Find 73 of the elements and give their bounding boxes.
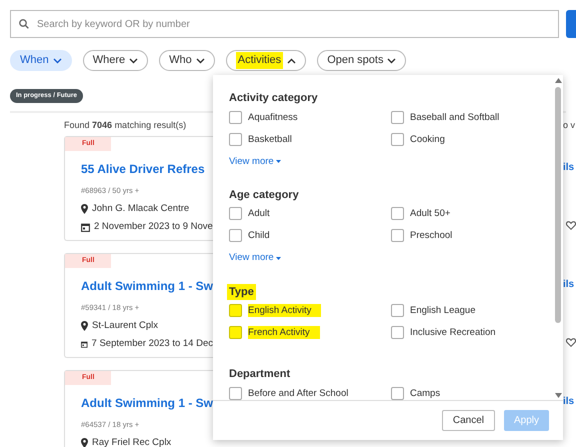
caret-up-icon xyxy=(287,58,296,64)
section-heading: Activity category xyxy=(229,91,318,106)
section-heading: Department xyxy=(229,367,290,382)
heart-icon[interactable] xyxy=(566,338,576,347)
scroll-up-icon[interactable] xyxy=(554,78,562,83)
location-text: John G. Mlacak Centre xyxy=(92,202,190,216)
date-range: 2 November 2023 to 9 Nove xyxy=(94,220,213,234)
activity-title[interactable]: Adult Swimming 1 - Sw xyxy=(81,278,213,294)
checkbox[interactable] xyxy=(229,110,242,124)
details-link[interactable]: ils xyxy=(563,394,576,409)
checkbox-option[interactable]: Basketball xyxy=(229,132,391,154)
location-pin-icon xyxy=(81,204,88,214)
location-pin-icon xyxy=(81,438,88,447)
checkbox-option[interactable]: Cooking xyxy=(391,132,553,154)
checkbox[interactable] xyxy=(391,110,404,124)
cancel-button[interactable]: Cancel xyxy=(442,410,495,431)
checkbox-option[interactable]: Baseball and Softball xyxy=(391,110,553,132)
calendar-icon xyxy=(81,222,90,232)
filter-chip[interactable]: Where xyxy=(82,50,148,71)
caret-down-icon xyxy=(387,58,396,64)
filter-chip[interactable]: When xyxy=(10,50,72,71)
checkbox-option[interactable]: Child xyxy=(229,229,391,252)
checkbox-option[interactable]: Camps xyxy=(391,386,553,400)
location-text: St-Laurent Cplx xyxy=(92,319,158,333)
filter-chip[interactable]: Open spots xyxy=(317,50,406,71)
checkbox-option[interactable]: Adult xyxy=(229,207,391,230)
checkbox[interactable] xyxy=(229,132,242,146)
date-range: 7 September 2023 to 14 Dec xyxy=(92,337,213,352)
section-heading: Type xyxy=(227,284,256,300)
search-icon xyxy=(19,19,29,29)
details-link[interactable]: ils xyxy=(563,277,576,292)
checkbox-option[interactable]: English Activity xyxy=(229,304,391,326)
checkbox[interactable] xyxy=(229,304,242,317)
scroll-down-icon[interactable] xyxy=(554,393,562,398)
checkbox[interactable] xyxy=(229,326,242,339)
calendar-icon xyxy=(81,340,88,349)
checkbox[interactable] xyxy=(391,132,404,146)
checkbox[interactable] xyxy=(229,386,242,400)
view-more-link[interactable]: View more xyxy=(229,154,281,169)
checkbox[interactable] xyxy=(391,304,404,317)
results-count: Found 7046 matching result(s) xyxy=(64,119,188,132)
caret-down-icon xyxy=(276,256,281,260)
search-button[interactable] xyxy=(566,10,576,38)
scroll-thumb[interactable] xyxy=(555,87,561,323)
checkbox-option[interactable]: Aquafitness xyxy=(229,110,391,132)
caret-down-icon xyxy=(276,160,281,164)
checkbox[interactable] xyxy=(229,229,242,242)
checkbox-option[interactable]: Inclusive Recreation xyxy=(391,326,553,348)
caret-down-icon xyxy=(129,58,138,64)
view-toggle-text[interactable]: o v xyxy=(563,119,576,132)
checkbox-option[interactable]: English League xyxy=(391,304,553,326)
checkbox[interactable] xyxy=(229,207,242,220)
checkbox-option[interactable]: Adult 50+ xyxy=(391,207,553,230)
activity-title[interactable]: Adult Swimming 1 - Sw xyxy=(81,395,213,411)
caret-down-icon xyxy=(196,58,205,64)
search-field[interactable]: Search by keyword OR by number xyxy=(10,10,560,38)
details-link[interactable]: ils xyxy=(563,160,576,175)
heart-icon[interactable] xyxy=(566,221,576,230)
caret-down-icon xyxy=(52,58,62,64)
view-more-link[interactable]: View more xyxy=(229,251,281,266)
checkbox-option[interactable]: Preschool xyxy=(391,229,553,252)
location-text: Ray Friel Rec Cplx xyxy=(92,436,172,447)
activity-title[interactable]: 55 Alive Driver Refres xyxy=(81,161,213,177)
checkbox[interactable] xyxy=(391,229,404,242)
location-pin-icon xyxy=(81,321,88,332)
checkbox-option[interactable]: Before and After School xyxy=(229,386,391,400)
section-heading: Age category xyxy=(229,188,299,203)
checkbox[interactable] xyxy=(391,207,404,220)
checkbox[interactable] xyxy=(391,326,404,339)
checkbox-option[interactable]: French Activity xyxy=(229,326,391,348)
checkbox[interactable] xyxy=(391,386,404,400)
filter-chip[interactable]: Activities xyxy=(226,50,306,71)
filter-chip[interactable]: Who xyxy=(159,50,215,71)
